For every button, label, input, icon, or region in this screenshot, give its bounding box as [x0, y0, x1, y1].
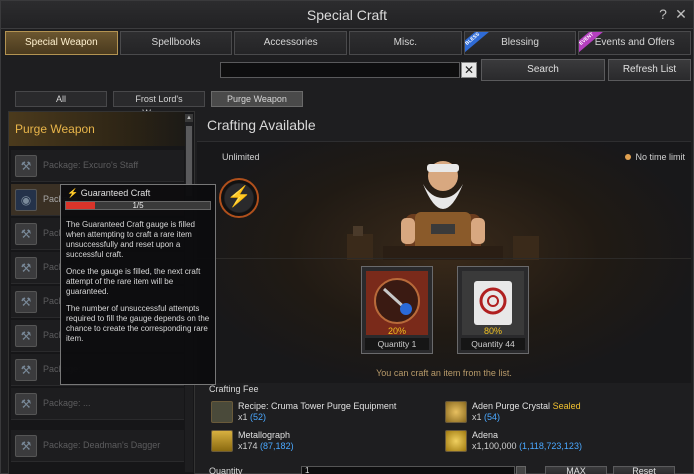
- recipe-icon: [211, 401, 233, 423]
- weapon-icon: ◉: [15, 189, 37, 211]
- rare-chance: 20%: [387, 326, 406, 336]
- bless-ribbon: BLESS: [464, 32, 489, 54]
- tab-events-and-offers[interactable]: EVENT Events and Offers: [578, 31, 692, 55]
- stage-divider: [197, 258, 691, 259]
- unlimited-label: Unlimited: [222, 152, 260, 162]
- fee-owned: (52): [250, 412, 267, 422]
- quantity-label: Quantity: [209, 466, 243, 474]
- fee-required: x1: [238, 412, 248, 422]
- common-chance: 80%: [483, 326, 502, 336]
- tooltip-body: The Guaranteed Craft gauge is filled whe…: [66, 220, 214, 351]
- filter-purge-weapon[interactable]: Purge Weapon: [211, 91, 303, 107]
- fee-required: x1: [472, 412, 482, 422]
- close-icon[interactable]: ✕: [673, 6, 689, 22]
- tab-blessing-label: Blessing: [501, 37, 539, 48]
- window-title: Special Craft: [306, 7, 388, 23]
- crystal-icon: [445, 401, 467, 423]
- list-item-label: Package: Deadman's Dagger: [43, 440, 161, 450]
- search-button[interactable]: Search: [481, 59, 605, 81]
- filter-all[interactable]: All: [15, 91, 107, 107]
- help-icon[interactable]: ?: [655, 6, 671, 22]
- fee-item-name: Adena: [472, 430, 499, 440]
- special-craft-window: Special Craft ? ✕ Special Weapon Spellbo…: [0, 0, 694, 474]
- tab-misc[interactable]: Misc.: [349, 31, 462, 55]
- crafting-fee-title: Crafting Fee: [209, 384, 259, 394]
- crafting-available-title: Crafting Available: [207, 117, 316, 133]
- rare-quantity: Quantity 1: [365, 338, 429, 350]
- weapon-icon: ⚒: [15, 325, 37, 347]
- fee-item: Adena x1,100,000 (1,118,723,123): [445, 430, 685, 454]
- tooltip-title-text: Guaranteed Craft: [80, 188, 151, 198]
- refresh-list-button[interactable]: Refresh List: [608, 59, 691, 81]
- list-item-label: Package: ...: [43, 398, 91, 408]
- fee-item-name: Recipe: Cruma Tower Purge Equipment: [238, 401, 397, 411]
- fee-item: Metallograph x174 (87,182): [211, 430, 441, 454]
- weapon-icon: ⚒: [15, 257, 37, 279]
- tab-spellbooks[interactable]: Spellbooks: [119, 31, 233, 55]
- guaranteed-craft-gauge: 1/5: [65, 201, 211, 210]
- fee-item: Aden Purge Crystal Sealed x1 (54): [445, 401, 685, 425]
- fee-item-quantity: x1 (54): [472, 412, 500, 422]
- fee-item-name-text: Aden Purge Crystal: [472, 401, 551, 411]
- tooltip-title: ⚡ Guaranteed Craft: [67, 188, 150, 199]
- quantity-input[interactable]: 1: [301, 466, 515, 474]
- craft-hint: You can craft an item from the list.: [376, 368, 512, 378]
- fee-item-name: Aden Purge Crystal Sealed: [472, 401, 581, 411]
- lightning-icon: ⚡: [67, 188, 79, 198]
- scroll-up-icon[interactable]: ▲: [185, 114, 193, 122]
- time-icon: [625, 154, 632, 160]
- fee-item-quantity: x174 (87,182): [238, 441, 294, 451]
- fee-item-name: Metallograph: [238, 430, 291, 440]
- list-item[interactable]: ⚒ Package: Deadman's Dagger: [11, 430, 184, 462]
- fee-required: x174: [238, 441, 258, 451]
- category-tabs: Special Weapon Spellbooks Accessories Mi…: [5, 31, 692, 55]
- gauge-text: 1/5: [132, 201, 144, 210]
- adena-icon: [445, 430, 467, 452]
- metallograph-icon: [211, 430, 233, 452]
- guaranteed-craft-icon[interactable]: ⚡: [219, 178, 259, 218]
- reset-button[interactable]: Reset: [613, 466, 675, 474]
- tooltip-paragraph: Once the gauge is filled, the next craft…: [66, 267, 201, 296]
- weapon-icon: ⚒: [15, 359, 37, 381]
- recipe-list-header: Purge Weapon: [9, 112, 185, 146]
- tooltip-paragraph: The number of unsuccessful attempts requ…: [66, 304, 210, 343]
- weapon-icon: ⚒: [15, 393, 37, 415]
- fee-owned: (54): [484, 412, 501, 422]
- quantity-stepper[interactable]: [516, 466, 526, 474]
- fee-item-quantity: x1,100,000 (1,118,723,123): [472, 441, 582, 451]
- dagger-icon: ⚒: [15, 435, 37, 457]
- fee-owned: (87,182): [260, 441, 294, 451]
- fee-owned: (1,118,723,123): [519, 441, 582, 451]
- fee-item: Recipe: Cruma Tower Purge Equipment x1 (…: [211, 401, 441, 425]
- max-button[interactable]: MAX: [545, 466, 607, 474]
- result-card-common[interactable]: 80% Quantity 44: [457, 266, 529, 354]
- list-item-label: Package: Excuro's Staff: [43, 160, 139, 170]
- staff-icon: ⚒: [15, 155, 37, 177]
- guaranteed-craft-tooltip: ⚡ Guaranteed Craft 1/5 The Guaranteed Cr…: [60, 184, 216, 385]
- tab-accessories[interactable]: Accessories: [234, 31, 348, 55]
- fee-required: x1,100,000: [472, 441, 517, 451]
- list-item[interactable]: ⚒ Package: ...: [11, 388, 184, 420]
- workbench-props: [347, 226, 539, 260]
- tab-blessing[interactable]: BLESS Blessing: [463, 31, 577, 55]
- tab-events-label: Events and Offers: [594, 37, 675, 48]
- filter-frost-lords-weapon[interactable]: Frost Lord's Weapon: [113, 91, 205, 118]
- clear-search-icon[interactable]: ✕: [461, 62, 477, 78]
- sealed-label: Sealed: [552, 401, 581, 411]
- result-card-rare[interactable]: 20% Quantity 1: [361, 266, 433, 354]
- weapon-icon: ⚒: [15, 291, 37, 313]
- filter-bar: All Frost Lord's Weapon Purge Weapon: [15, 91, 303, 118]
- fee-item-quantity: x1 (52): [238, 412, 266, 422]
- no-time-limit-text: No time limit: [635, 152, 685, 162]
- list-item[interactable]: ⚒ Package: Excuro's Staff: [11, 150, 184, 182]
- tab-special-weapon[interactable]: Special Weapon: [5, 31, 118, 55]
- tooltip-paragraph: The Guaranteed Craft gauge is filled whe…: [66, 220, 195, 259]
- crafting-stage: Unlimited No time limit ⚡ 20% Quantity 1…: [197, 141, 691, 383]
- search-input[interactable]: [220, 62, 460, 78]
- common-quantity: Quantity 44: [461, 338, 525, 350]
- weapon-icon: ⚒: [15, 223, 37, 245]
- title-bar: Special Craft ? ✕: [1, 1, 693, 29]
- no-time-limit-label: No time limit: [625, 152, 685, 162]
